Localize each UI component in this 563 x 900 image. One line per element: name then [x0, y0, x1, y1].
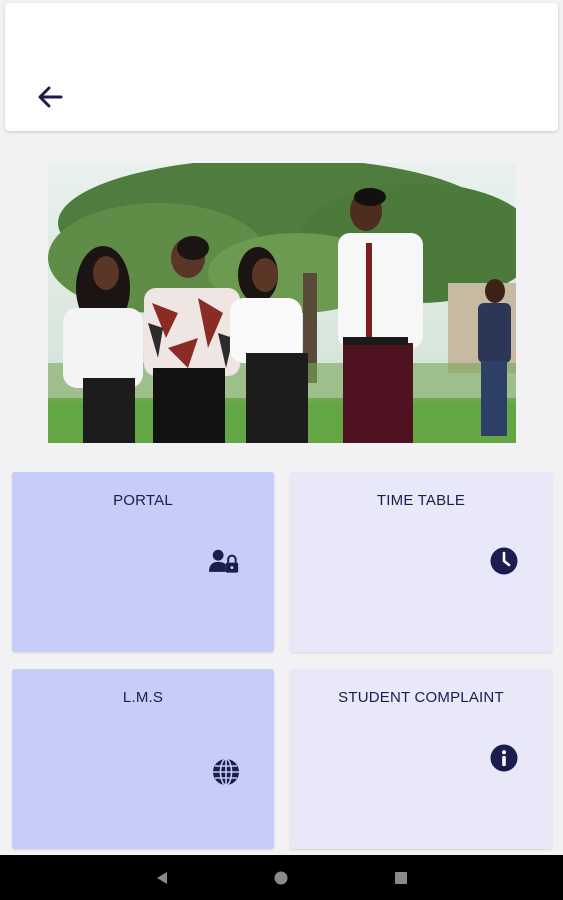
- lms-tile[interactable]: L.M.S: [12, 669, 274, 849]
- app-bar: [5, 3, 558, 131]
- nav-back-button[interactable]: [152, 868, 172, 888]
- nav-back-icon: [157, 872, 167, 884]
- info-icon: [489, 743, 519, 773]
- clock-icon: [489, 546, 519, 576]
- nav-home-icon: [274, 871, 288, 885]
- portal-tile[interactable]: PORTAL: [12, 472, 274, 652]
- back-button[interactable]: [30, 80, 70, 114]
- time-table-tile[interactable]: TIME TABLE: [290, 472, 552, 652]
- user-lock-icon: [209, 546, 239, 576]
- student-complaint-tile[interactable]: STUDENT COMPLAINT: [290, 669, 552, 849]
- hero-image: [48, 163, 516, 443]
- nav-recents-icon: [395, 872, 407, 884]
- student-complaint-label: STUDENT COMPLAINT: [338, 689, 504, 706]
- portal-label: PORTAL: [113, 492, 173, 509]
- time-table-label: TIME TABLE: [376, 492, 466, 509]
- nav-home-button[interactable]: [271, 868, 291, 888]
- nav-recents-button[interactable]: [391, 868, 411, 888]
- arrow-left-icon: [38, 86, 63, 108]
- students-photo: [48, 163, 516, 443]
- globe-icon: [211, 757, 241, 787]
- system-navigation-bar: [0, 855, 563, 900]
- lms-label: L.M.S: [122, 689, 164, 706]
